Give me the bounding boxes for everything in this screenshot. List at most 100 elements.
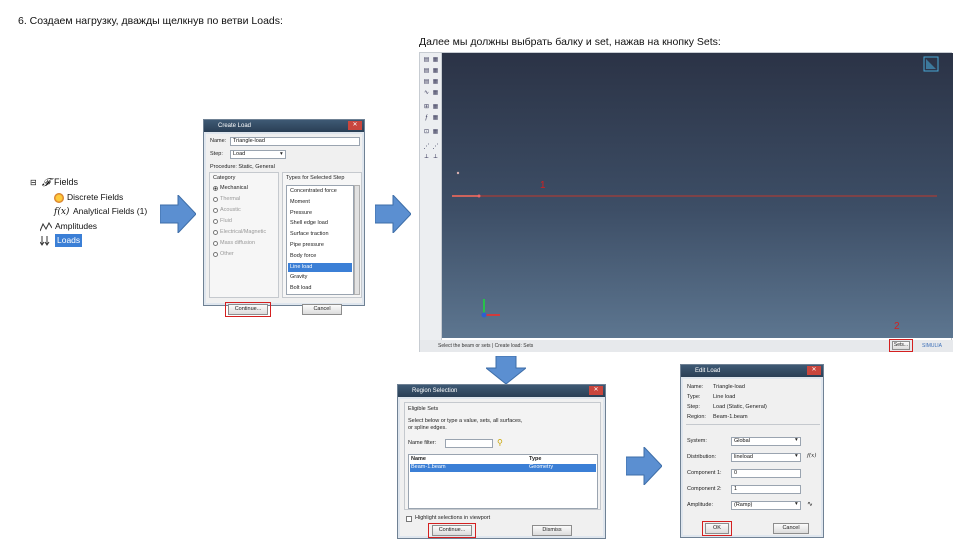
list-item[interactable]: Shell edge load — [288, 219, 352, 228]
tree-item-analytical-fields[interactable]: f(x) Analytical Fields (1) — [54, 205, 147, 218]
filter-icon[interactable]: ⚲ — [497, 438, 503, 447]
chevron-down-icon[interactable]: ▾ — [795, 453, 798, 459]
col-name-header: Name — [411, 456, 426, 462]
types-list: Concentrated force Moment Pressure Shell ed… — [286, 185, 354, 295]
eligible-sets-group: Eligible Sets Select below or type a val… — [404, 402, 601, 510]
create-amplitude-icon[interactable]: ∿ — [807, 500, 813, 508]
viewport-canvas[interactable]: 1 2 — [442, 53, 953, 338]
toolbox-manager-icon[interactable]: ▦ — [431, 67, 440, 75]
toolbox-predefined-icon[interactable]: ⊡ — [422, 128, 431, 136]
toolbox-manager-icon[interactable]: ▦ — [431, 114, 440, 122]
close-icon[interactable]: ✕ — [348, 121, 362, 130]
cancel-button[interactable]: Cancel — [302, 304, 342, 315]
highlight-checkbox[interactable] — [406, 516, 412, 522]
category-label: Electrical/Magnetic — [220, 229, 267, 235]
chevron-down-icon[interactable]: ▾ — [280, 151, 283, 157]
list-item[interactable]: Bolt load — [288, 284, 352, 293]
chevron-down-icon[interactable]: ▾ — [795, 501, 798, 507]
toolbox-manager-icon[interactable]: ▦ — [431, 89, 440, 97]
dialog-body: Name: Triangle-load Type: Line load Step… — [683, 379, 821, 536]
scrollbar[interactable] — [354, 185, 360, 295]
toolbox-csys-icon[interactable]: ⋰ — [422, 143, 431, 151]
list-item[interactable]: Line load — [288, 262, 352, 272]
category-radio[interactable]: Acoustic — [213, 207, 241, 213]
collapse-icon[interactable]: ⊟ — [30, 176, 38, 189]
category-radio[interactable]: Thermal — [213, 196, 240, 202]
table-row[interactable]: Beam-1.beam Geometry — [410, 464, 596, 472]
step-select[interactable]: Load — [230, 150, 286, 159]
tree-item-amplitudes[interactable]: Amplitudes — [39, 220, 97, 233]
toolbox-manager-icon[interactable]: ▦ — [431, 128, 440, 136]
dialog-title: Edit Load ✕ — [681, 365, 823, 377]
edit-load-dialog: Edit Load ✕ Name: Triangle-load Type: Li… — [680, 364, 824, 538]
component1-field[interactable]: 0 — [731, 469, 801, 478]
tree-item-loads[interactable]: Loads — [39, 234, 83, 247]
simulia-logo: SIMULIA — [922, 343, 943, 349]
toolbox-analytical-icon[interactable]: ƒ — [422, 114, 431, 122]
toolbox-field-icon[interactable]: ▤ — [422, 78, 431, 86]
tree-item-discrete-fields[interactable]: Discrete Fields — [54, 191, 123, 204]
component2-field[interactable]: 1 — [731, 485, 801, 494]
model-drawing — [452, 56, 939, 318]
category-radio[interactable]: Electrical/Magnetic — [213, 229, 266, 235]
prompt-text: Select the beam or sets | Create load: S… — [438, 343, 534, 349]
beam-node — [456, 171, 460, 175]
tree-item-label: Discrete Fields — [67, 192, 124, 202]
radio-unchecked-icon — [213, 251, 218, 257]
highlight-box — [889, 339, 913, 352]
cancel-button[interactable]: Cancel — [773, 523, 809, 534]
toolbox-manager-icon[interactable]: ▦ — [431, 78, 440, 86]
amplitude-select[interactable]: (Ramp) — [731, 501, 801, 510]
system-select[interactable]: Global — [731, 437, 801, 446]
dialog-title: Region Selection ✕ — [398, 385, 605, 397]
toolbox-tools-icon[interactable]: ⟂ — [422, 153, 431, 161]
tree-item-label: Analytical Fields (1) — [73, 206, 148, 216]
dialog-title-text: Region Selection — [412, 388, 458, 394]
row-name: Beam-1.beam — [411, 464, 446, 470]
toolbox-section-icon[interactable]: ⊞ — [422, 103, 431, 111]
name-filter-label: Name filter: — [408, 440, 437, 446]
tree-item-label: Loads — [55, 234, 83, 247]
function-button[interactable]: f(x) — [807, 453, 816, 459]
create-load-dialog: Create Load ✕ Name: Triangle-load Step: … — [203, 119, 365, 317]
close-icon[interactable]: ✕ — [807, 366, 821, 375]
toolbox-amplitude-icon[interactable]: ∿ — [422, 89, 431, 97]
toolbox-load-icon[interactable]: ▤ — [422, 56, 431, 64]
name-field[interactable]: Triangle-load — [230, 137, 360, 146]
step-label: Step: — [210, 151, 223, 157]
chevron-down-icon[interactable]: ▾ — [795, 437, 798, 443]
toolbox-manager-icon[interactable]: ▦ — [431, 56, 440, 64]
tree-item-fields[interactable]: ⊟ 𝓕 Fields — [30, 176, 78, 189]
label-two: 2 — [894, 321, 900, 332]
toolbox-tools-icon[interactable]: ⟂ — [431, 153, 440, 161]
list-item[interactable]: Surface traction — [288, 230, 352, 239]
dismiss-button[interactable]: Dismiss — [532, 525, 572, 536]
list-item[interactable]: Gravity — [288, 273, 352, 282]
types-header: Types for Selected Step — [286, 175, 345, 181]
name-label: Name: — [687, 384, 704, 390]
distribution-label: Distribution: — [687, 454, 717, 460]
label-one: 1 — [540, 180, 546, 191]
category-label: Mechanical — [220, 185, 248, 191]
toolbox-datum-icon[interactable]: ⋰ — [431, 143, 440, 151]
dialog-body: Eligible Sets Select below or type a val… — [400, 399, 603, 538]
category-radio[interactable]: Other — [213, 251, 234, 257]
category-radio[interactable]: Fluid — [213, 218, 232, 224]
list-item[interactable]: Moment — [288, 198, 352, 207]
toolbox-manager-icon[interactable]: ▦ — [431, 103, 440, 111]
list-item[interactable]: Body force — [288, 252, 352, 261]
radio-unchecked-icon — [213, 240, 218, 246]
toolbox-bc-icon[interactable]: ▤ — [422, 67, 431, 75]
category-radio[interactable]: Mechanical — [213, 185, 248, 191]
category-radio[interactable]: Mass diffusion — [213, 240, 255, 246]
list-item[interactable]: Concentrated force — [288, 187, 352, 196]
dialog-body: Name: Triangle-load Step: Load ▾ Procedu… — [206, 134, 362, 317]
name-filter-input[interactable] — [445, 439, 493, 448]
list-item[interactable]: Pressure — [288, 209, 352, 218]
distribution-select[interactable]: lineload — [731, 453, 801, 462]
category-label: Mass diffusion — [220, 240, 256, 246]
close-icon[interactable]: ✕ — [589, 386, 603, 395]
axis-triad-icon — [481, 299, 500, 318]
radio-unchecked-icon — [213, 196, 218, 202]
list-item[interactable]: Pipe pressure — [288, 241, 352, 250]
